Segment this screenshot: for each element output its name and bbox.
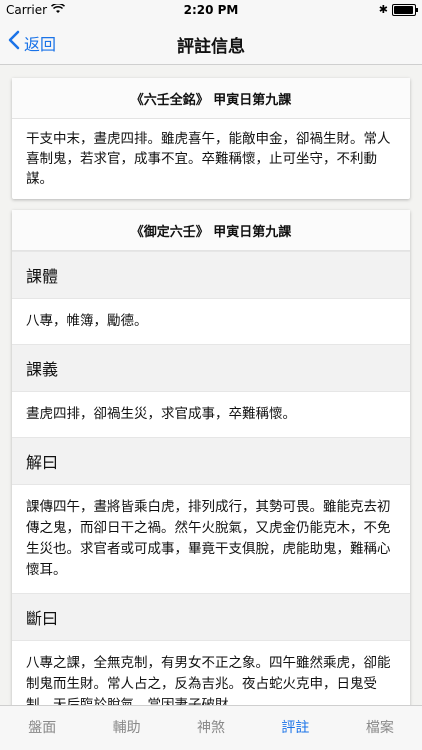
status-right: ✱ <box>378 3 418 16</box>
commentary-card-2: 《御定六壬》 甲寅日第九課 課體 八專，帷簿，勵德。 課義 晝虎四排，卻禍生災，… <box>12 210 410 706</box>
navigation-bar: 返回 評註信息 <box>0 20 422 65</box>
tab-bar: 盤面 輔助 神煞 評註 檔案 <box>0 705 422 750</box>
tab-spirits[interactable]: 神煞 <box>169 706 253 750</box>
page-title: 評註信息 <box>177 37 245 57</box>
tab-board[interactable]: 盤面 <box>0 706 84 750</box>
tab-commentary[interactable]: 評註 <box>253 706 337 750</box>
section-heading: 解曰 <box>12 437 410 485</box>
tab-auxiliary[interactable]: 輔助 <box>84 706 168 750</box>
status-bar: Carrier 2:20 PM ✱ <box>0 0 422 20</box>
commentary-card-1: 《六壬全銘》 甲寅日第九課 干支中末，晝虎四排。雖虎喜午，能敵申金，卻禍生財。常… <box>12 78 410 199</box>
section-text: 八專，帷簿，勵德。 <box>12 299 410 344</box>
tab-archive[interactable]: 檔案 <box>338 706 422 750</box>
section-heading: 課體 <box>12 251 410 299</box>
section-heading: 課義 <box>12 344 410 392</box>
section-text: 晝虎四排，卻禍生災，求官成事，卒難稱懷。 <box>12 392 410 437</box>
battery-icon <box>392 3 418 16</box>
card-body: 干支中末，晝虎四排。雖虎喜午，能敵申金，卻禍生財。常人喜制鬼，若求官，成事不宜。… <box>26 131 391 187</box>
card-title: 《六壬全銘》 甲寅日第九課 <box>12 78 410 119</box>
section-text: 課傳四午，晝將皆乘白虎，排列成行，其勢可畏。雖能克去初傳之鬼，而卻日干之禍。然午… <box>12 485 410 593</box>
section-heading: 斷曰 <box>12 593 410 641</box>
status-time: 2:20 PM <box>183 3 239 17</box>
bluetooth-icon: ✱ <box>378 3 388 16</box>
card-title: 《御定六壬》 甲寅日第九課 <box>12 210 410 251</box>
section-text: 八專之課，全無克制，有男女不正之象。四午雖然乘虎，卻能制鬼而生財。常人占之，反為… <box>12 641 410 706</box>
scroll-content[interactable]: 《六壬全銘》 甲寅日第九課 干支中末，晝虎四排。雖虎喜午，能敵申金，卻禍生財。常… <box>0 65 422 706</box>
